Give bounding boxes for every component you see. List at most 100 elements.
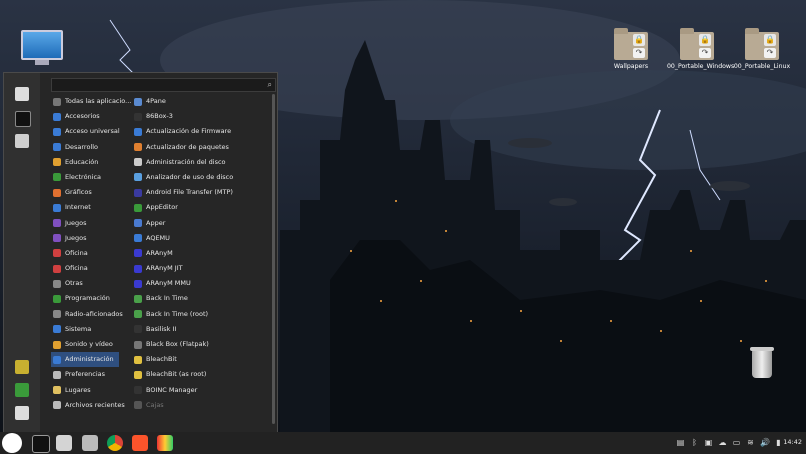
menu-app-item[interactable]: Android File Transfer (MTP) bbox=[132, 185, 270, 200]
wallpapers-folder-icon[interactable]: 🔒 ↷ Wallpapers bbox=[601, 28, 661, 70]
clock[interactable]: 14:42 bbox=[783, 438, 802, 446]
category-label: Preferencias bbox=[65, 370, 106, 379]
menu-app-item[interactable]: Analizador de uso de disco bbox=[132, 170, 270, 185]
menu-category-item[interactable]: Otras bbox=[51, 276, 119, 291]
menu-category-item[interactable]: Gráficos bbox=[51, 185, 119, 200]
menu-category-item[interactable]: Acceso universal bbox=[51, 124, 120, 139]
computer-desktop-icon[interactable] bbox=[12, 30, 72, 65]
menu-app-item[interactable]: 4Pane bbox=[132, 94, 270, 109]
menu-app-item[interactable]: AQEMU bbox=[132, 231, 270, 246]
menu-category-item[interactable]: Oficina bbox=[51, 261, 119, 276]
drive-icon[interactable] bbox=[15, 134, 29, 148]
terminal-icon[interactable] bbox=[15, 111, 31, 127]
portable-windows-folder-icon[interactable]: 🔒 ↷ 00_Portable_Windows bbox=[667, 28, 734, 70]
category-icon bbox=[53, 264, 61, 273]
category-icon bbox=[53, 340, 61, 349]
menu-app-item[interactable]: Actualizador de paquetes bbox=[132, 140, 270, 155]
brave-icon[interactable] bbox=[132, 435, 148, 451]
menu-app-item[interactable]: Actualización de Firmware bbox=[132, 124, 270, 139]
search-input[interactable] bbox=[55, 79, 255, 91]
app-icon bbox=[134, 249, 142, 258]
category-label: Electrónica bbox=[65, 172, 102, 181]
category-label: Otras bbox=[65, 279, 83, 288]
logout-icon[interactable] bbox=[15, 383, 29, 397]
cloud-icon[interactable]: ☁ bbox=[718, 438, 727, 447]
menu-app-item[interactable]: BOINC Manager bbox=[132, 383, 270, 398]
portable-linux-folder-icon[interactable]: 🔒 ↷ 00_Portable_Linux bbox=[732, 28, 792, 70]
app-label: Black Box (Flatpak) bbox=[146, 340, 209, 348]
menu-category-item[interactable]: Electrónica bbox=[51, 170, 119, 185]
menu-launcher-icon[interactable] bbox=[2, 433, 22, 453]
category-icon bbox=[53, 112, 61, 121]
menu-app-item[interactable]: Cajas bbox=[132, 398, 270, 413]
updates-icon[interactable]: ▣ bbox=[704, 438, 713, 447]
menu-app-item[interactable]: BleachBit (as root) bbox=[132, 367, 270, 382]
menu-category-item[interactable]: Preferencias bbox=[51, 367, 119, 382]
clipboard-icon[interactable]: ▤ bbox=[676, 438, 685, 447]
disk-taskbar-icon[interactable] bbox=[82, 435, 98, 451]
category-icon bbox=[53, 219, 61, 227]
category-label: Gráficos bbox=[65, 188, 92, 197]
menu-search-box[interactable]: ⌕ bbox=[51, 78, 276, 92]
category-icon bbox=[53, 370, 61, 379]
menu-app-item[interactable]: Administración del disco bbox=[132, 155, 270, 170]
category-label: Administración bbox=[65, 355, 114, 364]
keyboard-icon[interactable] bbox=[15, 87, 29, 101]
app-label: Back In Time bbox=[146, 294, 188, 303]
menu-app-item[interactable]: 86Box-3 bbox=[132, 109, 270, 124]
app-label: 86Box-3 bbox=[146, 112, 173, 121]
menu-category-item[interactable]: Accesorios bbox=[51, 109, 119, 124]
trash-icon[interactable] bbox=[750, 347, 774, 378]
menu-app-item[interactable]: Black Box (Flatpak) bbox=[132, 337, 270, 352]
menu-category-item[interactable]: Juegos bbox=[51, 216, 119, 231]
category-label: Desarrollo bbox=[65, 142, 99, 151]
volume-icon[interactable]: 🔊 bbox=[760, 438, 770, 447]
wifi-icon[interactable]: ≋ bbox=[746, 438, 755, 447]
app-icon bbox=[134, 173, 142, 182]
menu-category-item[interactable]: Administración bbox=[51, 352, 119, 368]
menu-category-item[interactable]: Juegos bbox=[51, 231, 119, 246]
app-icon bbox=[134, 310, 142, 319]
battery-icon[interactable]: ▮ bbox=[774, 438, 783, 447]
chrome-icon[interactable] bbox=[107, 435, 123, 451]
drive-taskbar-icon[interactable] bbox=[56, 435, 72, 451]
menu-category-item[interactable]: Internet bbox=[51, 200, 119, 215]
menu-app-item[interactable]: ARAnyM JIT bbox=[132, 261, 270, 276]
menu-category-item[interactable]: Sistema bbox=[51, 322, 119, 337]
desktop-icon-label: 00_Portable_Linux bbox=[733, 63, 791, 70]
menu-category-item[interactable]: Radio-aficionados bbox=[51, 307, 123, 322]
terminal-taskbar-icon[interactable] bbox=[32, 435, 50, 453]
menu-category-item[interactable]: Educación bbox=[51, 155, 119, 170]
menu-app-item[interactable]: ARAnyM MMU bbox=[132, 276, 270, 291]
menu-app-item[interactable]: Apper bbox=[132, 216, 270, 231]
app-list-scrollbar[interactable] bbox=[272, 94, 275, 424]
image-viewer-icon[interactable] bbox=[157, 435, 173, 451]
menu-category-item[interactable]: Todas las aplicacio... bbox=[51, 94, 131, 109]
menu-category-item[interactable]: Sonido y vídeo bbox=[51, 337, 119, 352]
menu-category-item[interactable]: Lugares bbox=[51, 383, 119, 398]
menu-app-item[interactable]: ARAnyM bbox=[132, 246, 270, 261]
menu-app-item[interactable]: Back In Time bbox=[132, 291, 270, 306]
category-icon bbox=[53, 203, 61, 212]
lock-screen-icon[interactable] bbox=[15, 360, 29, 374]
category-icon bbox=[53, 310, 61, 319]
menu-category-item[interactable]: Oficina bbox=[51, 246, 119, 261]
category-icon bbox=[53, 325, 61, 334]
display-icon[interactable]: ▭ bbox=[732, 438, 741, 447]
shutdown-icon[interactable] bbox=[15, 406, 29, 420]
menu-category-item[interactable]: Archivos recientes bbox=[51, 398, 125, 413]
menu-category-item[interactable]: Desarrollo bbox=[51, 140, 119, 155]
app-icon bbox=[134, 127, 142, 136]
app-icon bbox=[134, 325, 142, 334]
menu-app-item[interactable]: Basilisk II bbox=[132, 322, 270, 337]
category-label: Internet bbox=[65, 203, 91, 212]
bluetooth-icon[interactable]: ᛒ bbox=[690, 438, 699, 447]
menu-category-item[interactable]: Programación bbox=[51, 291, 119, 306]
folder-icon: 🔒 ↷ bbox=[745, 28, 779, 60]
menu-app-item[interactable]: Back In Time (root) bbox=[132, 307, 270, 322]
category-icon bbox=[53, 294, 61, 303]
app-label: 4Pane bbox=[146, 97, 166, 105]
menu-app-item[interactable]: AppEditor bbox=[132, 200, 270, 215]
app-icon bbox=[134, 234, 142, 243]
menu-app-item[interactable]: BleachBit bbox=[132, 352, 270, 367]
